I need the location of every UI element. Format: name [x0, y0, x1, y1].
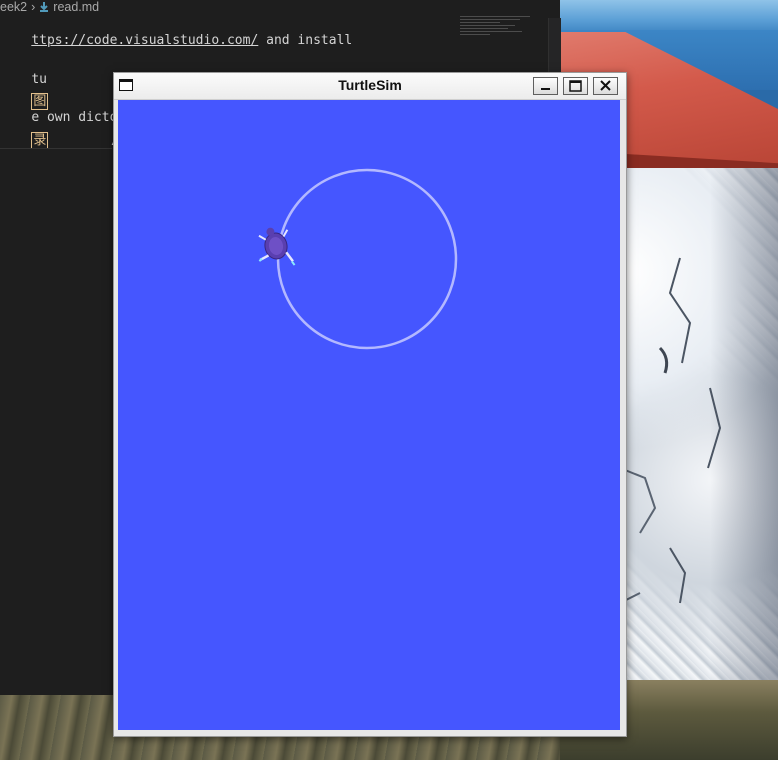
- close-icon: [600, 80, 611, 91]
- title-bar[interactable]: TurtleSim: [114, 73, 626, 100]
- turtlesim-canvas[interactable]: [118, 100, 620, 730]
- code-text: and install: [258, 33, 353, 48]
- minimize-icon: [541, 88, 550, 90]
- chevron-right-icon: ›: [31, 0, 36, 14]
- breadcrumb: eek2 › read.md: [0, 0, 99, 14]
- highlighted-char: 录: [31, 132, 49, 149]
- breadcrumb-file[interactable]: read.md: [53, 0, 99, 14]
- maximize-button[interactable]: [563, 77, 588, 95]
- turtle-drawing: [254, 168, 458, 350]
- editor-divider: [0, 148, 112, 149]
- breadcrumb-folder[interactable]: eek2: [0, 0, 27, 14]
- turtle-trail: [276, 168, 458, 350]
- turtle-icon[interactable]: [254, 225, 296, 271]
- wall-shadow: [710, 168, 778, 688]
- minimize-button[interactable]: [533, 77, 558, 95]
- turtlesim-window[interactable]: TurtleSim: [113, 72, 627, 737]
- close-button[interactable]: [593, 77, 618, 95]
- code-line-1[interactable]: ttps://code.visualstudio.com/ and instal…: [0, 18, 352, 63]
- minimap[interactable]: [460, 14, 532, 44]
- markdown-file-icon: [40, 2, 49, 12]
- code-link[interactable]: ttps://code.visualstudio.com/: [31, 33, 258, 48]
- maximize-icon: [569, 80, 582, 92]
